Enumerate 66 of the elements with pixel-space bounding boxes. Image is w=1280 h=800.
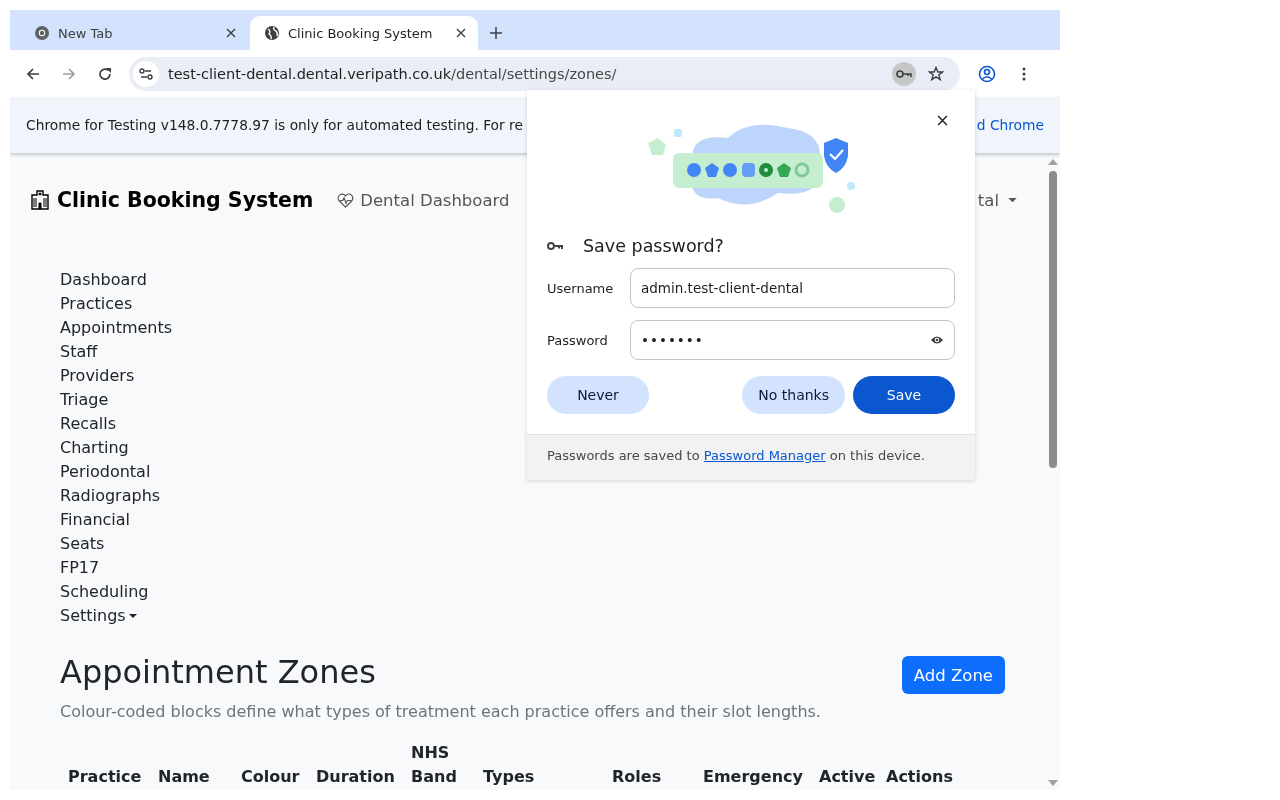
reload-icon[interactable]	[97, 65, 113, 82]
column-header: NHS Band	[410, 742, 458, 788]
brand-title[interactable]: Clinic Booking System	[57, 188, 314, 212]
browser-tab[interactable]: New Tab	[20, 16, 248, 50]
sidebar-item[interactable]: Financial	[60, 508, 131, 532]
info-bar-link[interactable]: d Chrome	[976, 117, 1044, 133]
save-button[interactable]: Save	[853, 376, 955, 414]
globe-icon	[264, 25, 280, 41]
close-icon[interactable]	[937, 115, 948, 126]
column-header: Active	[818, 766, 877, 788]
sidebar-item[interactable]: Recalls	[60, 412, 117, 436]
username-field[interactable]: admin.test-client-dental	[630, 268, 955, 308]
forward-icon[interactable]	[61, 65, 77, 82]
sidebar-item[interactable]: Triage	[60, 388, 109, 412]
browser-tab[interactable]: Clinic Booking System	[250, 16, 478, 50]
dashboard-link[interactable]: Dental Dashboard	[337, 190, 510, 210]
key-icon[interactable]	[892, 61, 916, 86]
sidebar-item[interactable]: Appointments	[60, 316, 173, 340]
column-header: Practice	[67, 766, 143, 788]
back-icon[interactable]	[25, 65, 41, 82]
column-header: Duration	[315, 766, 396, 788]
bookmark-star-icon[interactable]	[928, 65, 944, 82]
profile-icon[interactable]	[978, 64, 996, 83]
new-tab-icon[interactable]	[490, 27, 502, 39]
account-dropdown[interactable]: tal	[977, 190, 1017, 210]
close-icon[interactable]	[226, 28, 236, 38]
dialog-button[interactable]: Never	[547, 376, 649, 414]
dialog-title: Save password?	[583, 236, 724, 256]
sidebar-item[interactable]: Practices	[60, 292, 133, 316]
scrollbar-thumb[interactable]	[1048, 171, 1057, 468]
sidebar-item[interactable]: Dashboard	[60, 268, 147, 292]
caret-icon	[1008, 197, 1017, 203]
sidebar-item[interactable]: Providers	[60, 364, 135, 388]
sidebar-item[interactable]: Periodontal	[60, 460, 151, 484]
column-header: Colour	[240, 766, 301, 788]
close-icon[interactable]	[456, 28, 466, 38]
address-bar[interactable]: test-client-dental.dental.veripath.co.uk/dental/settings/zones/	[129, 56, 960, 91]
key-icon	[547, 241, 563, 251]
sidebar-item[interactable]: FP17	[60, 556, 100, 580]
heartbeat-icon	[337, 192, 355, 208]
page-description: Colour-coded blocks define what types of treatment each practice offers and their slot lengths.	[60, 702, 821, 721]
page-title: Appointment Zones	[60, 652, 377, 692]
chrome-icon	[34, 25, 50, 41]
sidebar-item[interactable]: Charting	[60, 436, 129, 460]
settings-dropdown[interactable]: Settings	[60, 604, 137, 628]
sidebar-item[interactable]: Seats	[60, 532, 105, 556]
dialog-button[interactable]: No thanks	[742, 376, 845, 414]
username-label: Username	[547, 280, 615, 296]
column-header: Roles	[611, 766, 663, 788]
column-header: Emergency	[702, 766, 804, 788]
sidebar-item[interactable]: Scheduling	[60, 580, 149, 604]
column-header: Actions	[885, 766, 954, 788]
info-bar-text: Chrome for Testing v148.0.7778.97 is only for automated testing. For re	[26, 117, 523, 133]
add-zone-button[interactable]: Add Zone	[901, 656, 1005, 694]
password-label: Password	[547, 332, 609, 348]
sidebar-item[interactable]: Radiographs	[60, 484, 161, 508]
password-manager-link[interactable]: Password Manager	[703, 448, 826, 463]
hospital-icon	[30, 190, 50, 210]
caret-icon	[128, 613, 137, 619]
column-header: Types	[482, 766, 536, 788]
column-header: Name	[157, 766, 211, 788]
password-field[interactable]: •••••••	[630, 320, 955, 360]
dialog-footer-text: Passwords are saved to Password Manager on this device.	[547, 448, 926, 463]
site-settings-icon[interactable]	[133, 60, 159, 87]
sidebar-item[interactable]: Staff	[60, 340, 98, 364]
show-password-icon[interactable]	[930, 335, 944, 345]
